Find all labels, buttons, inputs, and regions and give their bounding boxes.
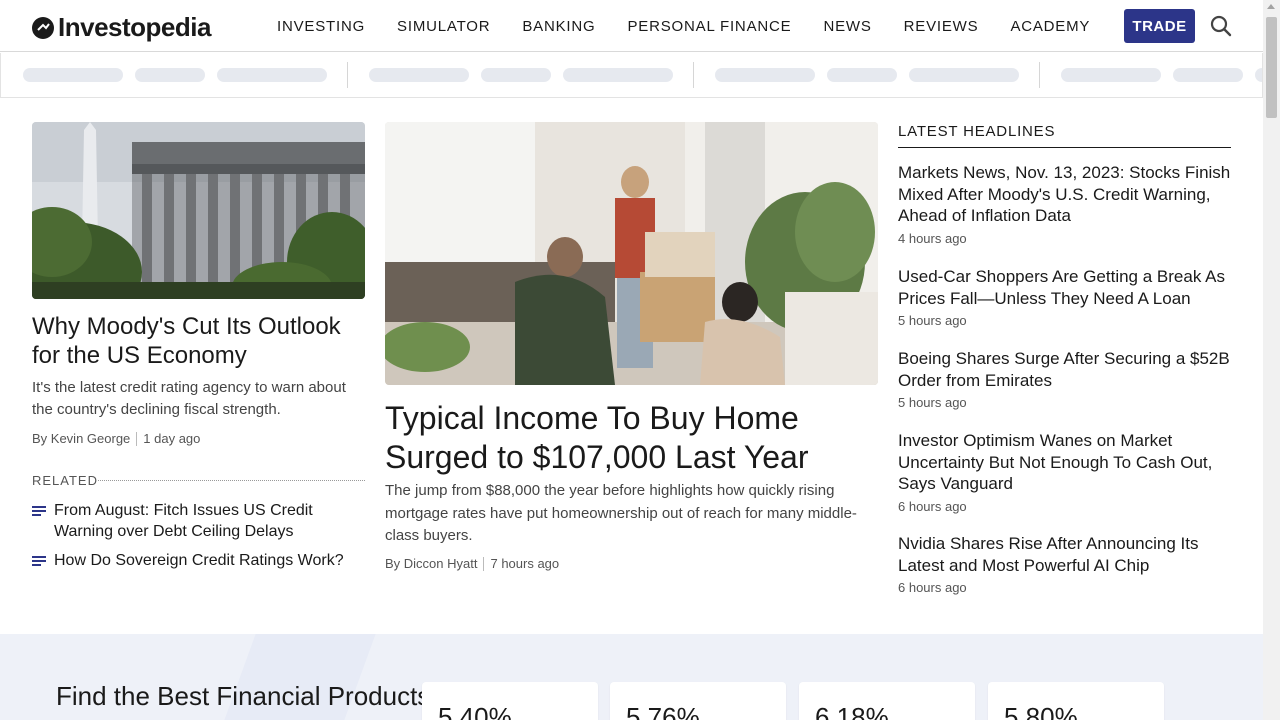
center-story-time: 7 hours ago	[490, 556, 560, 571]
article-list-icon	[32, 556, 46, 566]
rate-card[interactable]: 5.80%	[988, 682, 1164, 720]
home-moving-image[interactable]	[385, 122, 878, 385]
trade-button[interactable]: TRADE	[1124, 9, 1195, 43]
ticker-placeholder	[909, 68, 1019, 82]
ticker-placeholder	[563, 68, 673, 82]
left-story-description: It's the latest credit rating agency to …	[32, 379, 346, 418]
nav-personal-finance[interactable]: PERSONAL FINANCE	[628, 18, 792, 35]
nav-investing[interactable]: INVESTING	[277, 18, 365, 35]
headline-time: 5 hours ago	[898, 395, 967, 410]
nav-simulator[interactable]: SIMULATOR	[397, 18, 490, 35]
latest-headlines-title: LATEST HEADLINES	[898, 123, 1056, 140]
headline-item[interactable]: Used-Car Shoppers Are Getting a Break As…	[898, 266, 1233, 328]
ticker-placeholder	[23, 68, 123, 82]
ticker-placeholder	[481, 68, 551, 82]
headline-item[interactable]: Nvidia Shares Rise After Announcing Its …	[898, 533, 1233, 595]
ticker-divider	[347, 62, 348, 88]
page: Investopedia INVESTING SIMULATOR BANKING…	[0, 0, 1280, 720]
headline-time: 6 hours ago	[898, 580, 967, 595]
headline-time: 4 hours ago	[898, 230, 967, 246]
headline-text[interactable]: Used-Car Shoppers Are Getting a Break As…	[898, 266, 1233, 309]
ticker-placeholder	[217, 68, 327, 82]
related-label: RELATED	[32, 473, 98, 488]
related-item[interactable]: How Do Sovereign Credit Ratings Work?	[32, 550, 365, 571]
related-item-text: From August: Fitch Issues US Credit Warn…	[54, 502, 313, 540]
page-scrollbar[interactable]	[1263, 0, 1280, 720]
nav-banking[interactable]: BANKING	[522, 18, 595, 35]
logo-text: Investopedia	[58, 12, 211, 42]
rate-card[interactable]: 5.40%	[422, 682, 598, 720]
center-story-byline: By Diccon Hyatt 7 hours ago	[385, 556, 559, 571]
ticker-divider	[1039, 62, 1040, 88]
treasury-building-image[interactable]	[32, 122, 365, 299]
byline-divider	[483, 556, 485, 571]
scroll-up-icon[interactable]	[1267, 4, 1275, 9]
ticker-placeholder	[1061, 68, 1161, 82]
headline-text[interactable]: Nvidia Shares Rise After Announcing Its …	[898, 533, 1233, 576]
nav-reviews[interactable]: REVIEWS	[904, 18, 979, 35]
center-story-title[interactable]: Typical Income To Buy Home Surged to $10…	[385, 399, 878, 477]
ticker-placeholder	[135, 68, 205, 82]
related-divider	[98, 480, 365, 481]
ticker-divider	[693, 62, 694, 88]
left-story-byline: By Kevin George 1 day ago	[32, 431, 200, 446]
financial-products-section: Find the Best Financial Products 5.40% 5…	[0, 634, 1263, 720]
rate-value: 5.76%	[626, 702, 700, 720]
headline-item[interactable]: Markets News, Nov. 13, 2023: Stocks Fini…	[898, 162, 1233, 246]
market-ticker-loading	[0, 53, 1263, 98]
byline-divider	[136, 431, 138, 446]
nav-academy[interactable]: ACADEMY	[1010, 18, 1090, 35]
main-nav: INVESTING SIMULATOR BANKING PERSONAL FIN…	[277, 18, 1122, 35]
related-item[interactable]: From August: Fitch Issues US Credit Warn…	[32, 500, 365, 542]
nav-news[interactable]: NEWS	[823, 18, 871, 35]
headline-time: 5 hours ago	[898, 313, 967, 328]
headline-item[interactable]: Investor Optimism Wanes on Market Uncert…	[898, 430, 1233, 514]
left-story-title[interactable]: Why Moody's Cut Its Outlook for the US E…	[32, 312, 365, 370]
center-story-description: The jump from $88,000 the year before hi…	[385, 482, 857, 544]
logo-mark-icon	[32, 16, 54, 39]
ticker-placeholder	[1173, 68, 1243, 82]
ticker-placeholder	[369, 68, 469, 82]
ticker-placeholder	[715, 68, 815, 82]
related-item-text: How Do Sovereign Credit Ratings Work?	[54, 552, 344, 569]
headline-time: 6 hours ago	[898, 498, 967, 514]
latest-headlines-divider	[898, 147, 1231, 148]
headline-item[interactable]: Boeing Shares Surge After Securing a $52…	[898, 348, 1233, 410]
headline-text[interactable]: Boeing Shares Surge After Securing a $52…	[898, 348, 1233, 391]
left-story-time: 1 day ago	[143, 431, 201, 446]
rate-card[interactable]: 6.18%	[799, 682, 975, 720]
headline-text[interactable]: Investor Optimism Wanes on Market Uncert…	[898, 430, 1233, 495]
ticker-placeholder	[827, 68, 897, 82]
search-icon[interactable]	[1210, 15, 1232, 37]
rate-value: 6.18%	[815, 702, 889, 720]
logo[interactable]: Investopedia	[32, 12, 211, 43]
financial-products-title: Find the Best Financial Products	[56, 681, 431, 711]
center-story-author[interactable]: By Diccon Hyatt	[385, 556, 477, 571]
headline-text[interactable]: Markets News, Nov. 13, 2023: Stocks Fini…	[898, 162, 1233, 227]
scroll-thumb[interactable]	[1266, 17, 1277, 118]
article-list-icon	[32, 506, 46, 516]
ticker-placeholder	[1255, 68, 1262, 82]
rate-value: 5.40%	[438, 702, 512, 720]
left-story-author[interactable]: By Kevin George	[32, 431, 130, 446]
rate-value: 5.80%	[1004, 702, 1078, 720]
rate-card[interactable]: 5.76%	[610, 682, 786, 720]
site-header: Investopedia INVESTING SIMULATOR BANKING…	[0, 0, 1263, 52]
